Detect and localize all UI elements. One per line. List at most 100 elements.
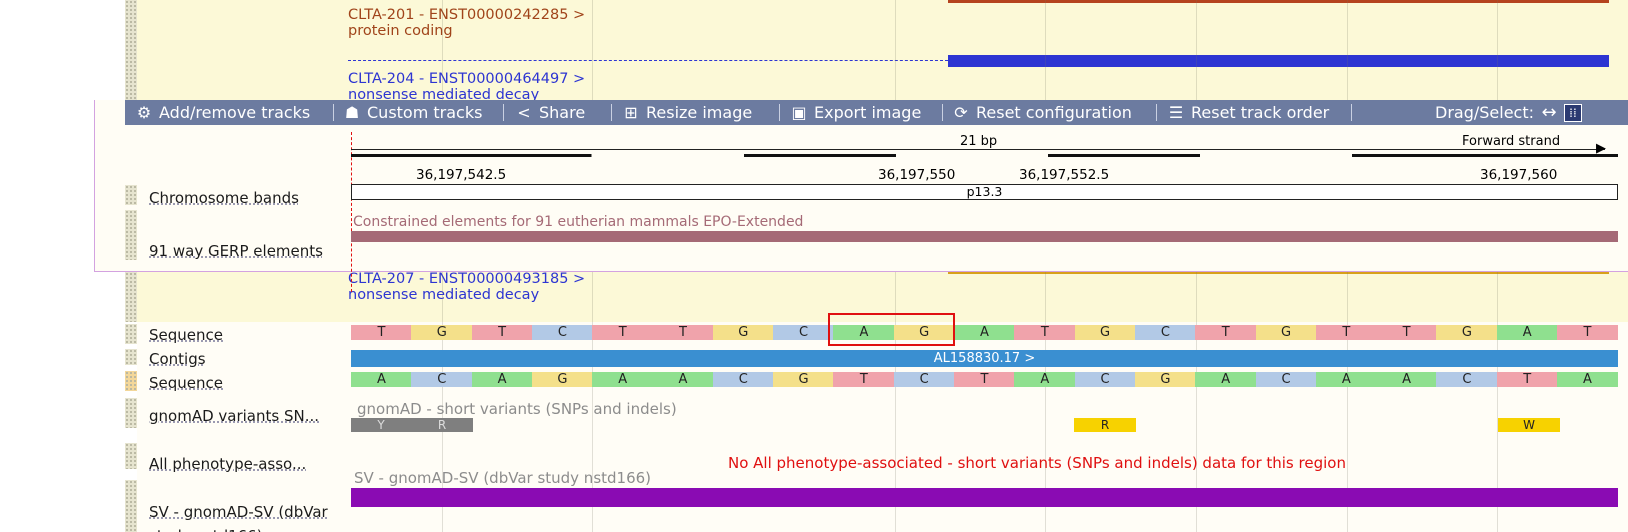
base-A[interactable]: A: [1557, 372, 1618, 387]
toolbar-divider: [503, 104, 504, 121]
track-label-sv[interactable]: SV - gnomAD-SV (dbVar study nstd166): [149, 500, 351, 532]
span-label: 21 bp: [958, 134, 1000, 149]
ruler-line: [351, 149, 1605, 150]
sv-bar[interactable]: [351, 488, 1618, 507]
gerp-bar[interactable]: [351, 231, 1618, 242]
base-T[interactable]: T: [471, 325, 533, 340]
track-label-contigs[interactable]: Contigs: [149, 350, 206, 368]
custom-tracks-button[interactable]: ☗ Custom tracks: [343, 100, 483, 125]
transcript-label-207[interactable]: CLTA-207 - ENST00000493185 > nonsense me…: [348, 271, 585, 303]
base-A[interactable]: A: [1315, 372, 1377, 387]
add-remove-tracks-button[interactable]: ⚙ Add/remove tracks: [135, 100, 310, 125]
base-G[interactable]: G: [411, 325, 473, 340]
transcript-label-204[interactable]: CLTA-204 - ENST00000464497 > nonsense me…: [348, 71, 585, 103]
base-A[interactable]: A: [351, 372, 412, 387]
transcript-bar-red[interactable]: [948, 0, 1609, 3]
variant-y[interactable]: Y: [351, 418, 411, 432]
track-drag-handle[interactable]: [125, 480, 137, 532]
base-A[interactable]: A: [652, 372, 714, 387]
base-T[interactable]: T: [1195, 325, 1257, 340]
variant-r-gray[interactable]: R: [411, 418, 473, 432]
base-T[interactable]: T: [1376, 325, 1438, 340]
base-T[interactable]: T: [652, 325, 714, 340]
base-A[interactable]: A: [954, 325, 1015, 340]
reset-track-order-button[interactable]: ☰ Reset track order: [1167, 100, 1329, 125]
base-A[interactable]: A: [1014, 372, 1076, 387]
base-G[interactable]: G: [1436, 325, 1498, 340]
base-A[interactable]: A: [592, 372, 654, 387]
ruler-tick-label: 36,197,552.5: [1019, 167, 1110, 183]
base-T[interactable]: T: [833, 372, 895, 387]
chromosome-band-bar[interactable]: p13.3: [351, 184, 1618, 200]
base-G[interactable]: G: [531, 372, 593, 387]
strand-label: Forward strand: [1460, 134, 1563, 149]
contig-label[interactable]: AL158830.17 >: [934, 351, 1035, 366]
gnomad-caption: gnomAD - short variants (SNPs and indels…: [357, 400, 677, 418]
base-T[interactable]: T: [1557, 325, 1618, 340]
base-A[interactable]: A: [1496, 325, 1558, 340]
selected-region-box[interactable]: [828, 313, 955, 346]
track-drag-handle[interactable]: [125, 443, 137, 469]
transcript-id[interactable]: CLTA-207 - ENST00000493185 >: [348, 271, 585, 287]
resize-image-button[interactable]: ⊞ Resize image: [622, 100, 752, 125]
base-T[interactable]: T: [1315, 325, 1377, 340]
base-T[interactable]: T: [351, 325, 412, 340]
scale-bar: [351, 154, 1618, 157]
reset-configuration-button[interactable]: ⟳ Reset configuration: [952, 100, 1132, 125]
track-drag-handle[interactable]: [125, 268, 137, 322]
select-mode-icon[interactable]: ⁞⁞: [1564, 103, 1582, 122]
base-G[interactable]: G: [1074, 325, 1136, 340]
track-drag-handle[interactable]: [125, 349, 137, 365]
toolbar-divider: [611, 104, 612, 121]
base-T[interactable]: T: [1014, 325, 1076, 340]
button-label: Resize image: [646, 103, 753, 122]
base-C[interactable]: C: [1255, 372, 1317, 387]
base-G[interactable]: G: [1255, 325, 1317, 340]
transcript-label-201[interactable]: CLTA-201 - ENST00000242285 > protein cod…: [348, 7, 585, 39]
contig-bar[interactable]: AL158830.17 >: [351, 350, 1618, 367]
base-C[interactable]: C: [893, 372, 955, 387]
track-label-gerp[interactable]: 91 way GERP elements: [149, 242, 323, 260]
transcript-bar-blue[interactable]: [948, 55, 1609, 67]
base-G[interactable]: G: [712, 325, 774, 340]
track-drag-handle[interactable]: [125, 324, 137, 344]
variant-code: R: [1100, 418, 1110, 432]
track-label-sequence[interactable]: Sequence: [149, 326, 223, 344]
track-label-phenotype[interactable]: All phenotype-asso...: [149, 455, 306, 473]
base-A[interactable]: A: [1195, 372, 1257, 387]
base-C[interactable]: C: [1134, 325, 1196, 340]
transcript-id[interactable]: CLTA-201 - ENST00000242285 >: [348, 7, 585, 23]
track-label-sequence[interactable]: Sequence: [149, 374, 223, 392]
base-C[interactable]: C: [531, 325, 593, 340]
track-drag-handle[interactable]: [125, 398, 137, 428]
base-C[interactable]: C: [773, 325, 835, 340]
sv-label-line2[interactable]: study nstd166): [149, 524, 351, 532]
export-image-button[interactable]: ▣ Export image: [790, 100, 921, 125]
track-label-gnomad[interactable]: gnomAD variants SN...: [149, 407, 319, 425]
base-C[interactable]: C: [1074, 372, 1136, 387]
track-drag-handle[interactable]: [125, 371, 137, 391]
drag-arrows-icon[interactable]: ↔: [1540, 103, 1558, 122]
toolbar-divider: [779, 104, 780, 121]
track-label-chromosome-bands[interactable]: Chromosome bands: [149, 189, 299, 207]
base-C[interactable]: C: [712, 372, 774, 387]
variant-w[interactable]: W: [1498, 418, 1560, 432]
base-G[interactable]: G: [1134, 372, 1196, 387]
track-drag-handle[interactable]: [125, 0, 137, 100]
reset-order-icon: ☰: [1168, 102, 1184, 122]
share-button[interactable]: < Share: [515, 100, 585, 125]
track-drag-handle[interactable]: [125, 185, 137, 205]
base-G[interactable]: G: [773, 372, 835, 387]
transcript-id[interactable]: CLTA-204 - ENST00000464497 >: [348, 71, 585, 87]
base-A[interactable]: A: [1376, 372, 1438, 387]
sv-label-line1[interactable]: SV - gnomAD-SV (dbVar: [149, 500, 351, 524]
base-A[interactable]: A: [471, 372, 533, 387]
base-T[interactable]: T: [592, 325, 654, 340]
base-C[interactable]: C: [411, 372, 473, 387]
track-drag-handle[interactable]: [125, 210, 137, 260]
base-C[interactable]: C: [1436, 372, 1498, 387]
custom-tracks-icon: ☗: [344, 102, 360, 122]
base-T[interactable]: T: [1496, 372, 1558, 387]
base-T[interactable]: T: [954, 372, 1015, 387]
variant-r[interactable]: R: [1074, 418, 1136, 432]
